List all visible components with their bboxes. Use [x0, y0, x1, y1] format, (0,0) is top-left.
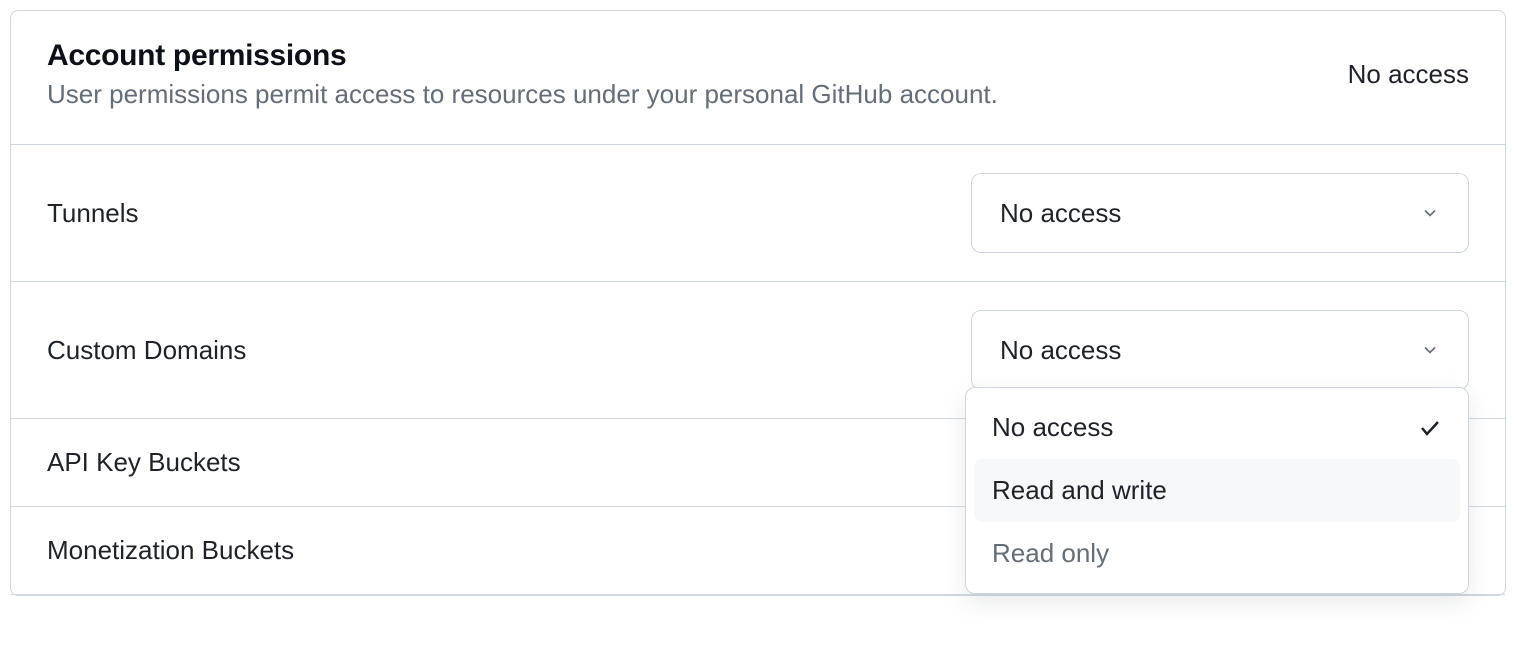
card-header-left: Account permissions User permissions per… — [47, 39, 998, 110]
permission-label: Tunnels — [47, 198, 139, 229]
dropdown-option-label: Read only — [992, 538, 1109, 569]
access-select-value: No access — [1000, 198, 1121, 229]
permissions-card: Account permissions User permissions per… — [10, 10, 1506, 596]
permission-label: Custom Domains — [47, 335, 246, 366]
access-dropdown: No access Read and write Read only — [965, 387, 1469, 594]
permission-label: API Key Buckets — [47, 447, 241, 478]
card-title: Account permissions — [47, 39, 998, 73]
access-select-tunnels[interactable]: No access — [971, 173, 1469, 253]
dropdown-option-read-write[interactable]: Read and write — [974, 459, 1460, 522]
permission-label: Monetization Buckets — [47, 535, 294, 566]
chevron-down-icon — [1420, 340, 1440, 360]
access-select-custom-domains[interactable]: No access — [971, 310, 1469, 390]
permission-row-tunnels: Tunnels No access — [11, 145, 1505, 282]
card-subtitle: User permissions permit access to resour… — [47, 79, 998, 110]
access-summary-badge: No access — [1348, 59, 1469, 90]
dropdown-option-label: No access — [992, 412, 1113, 443]
dropdown-option-no-access[interactable]: No access — [974, 396, 1460, 459]
check-icon — [1418, 416, 1442, 440]
dropdown-option-read-only[interactable]: Read only — [974, 522, 1460, 585]
access-select-value: No access — [1000, 335, 1121, 366]
card-header: Account permissions User permissions per… — [11, 11, 1505, 145]
dropdown-option-label: Read and write — [992, 475, 1167, 506]
chevron-down-icon — [1420, 203, 1440, 223]
